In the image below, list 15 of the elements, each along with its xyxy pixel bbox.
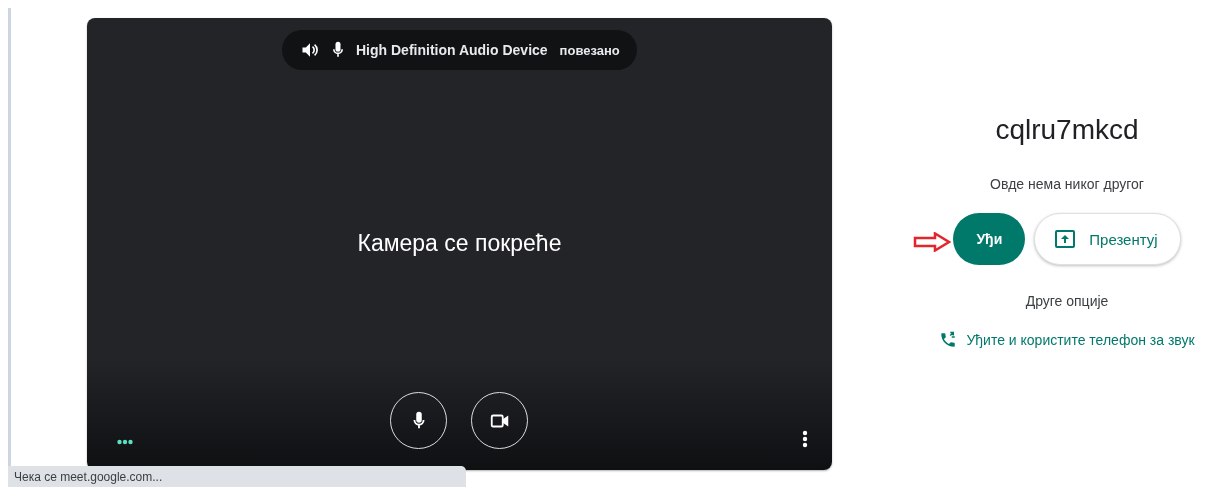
pointer-arrow-drawing [913,232,952,252]
status-bar-text: Чека се meet.google.com... [14,469,163,484]
present-screen-icon [1053,227,1078,251]
camera-status-message: Камера се покреће [356,230,563,257]
more-options-icon[interactable] [802,430,808,448]
phone-icon [939,331,958,349]
join-button[interactable]: Уђи [953,213,1026,265]
other-options-label: Друге опције [1025,293,1109,309]
present-button[interactable]: Презентуј [1034,213,1181,265]
join-with-phone-link[interactable]: Уђите и користите телефон за звук [939,331,1195,349]
meeting-code: cqlru7mkcd [995,114,1139,147]
participants-note: Овде нема никог другог [990,176,1144,192]
audio-device-name: High Definition Audio Device [356,42,548,58]
dots-indicator-icon [117,439,133,445]
audio-status: повезано [559,42,620,58]
